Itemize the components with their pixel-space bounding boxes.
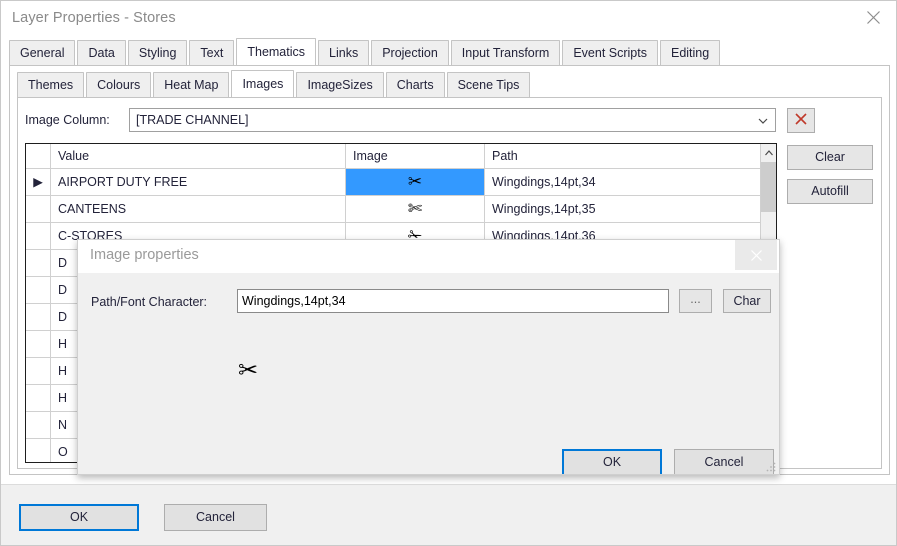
row-image-glyph[interactable]: ✄ bbox=[346, 196, 485, 222]
tab-input-transform[interactable]: Input Transform bbox=[451, 40, 561, 65]
close-icon bbox=[735, 240, 777, 270]
red-x-icon bbox=[794, 112, 808, 129]
glyph-preview: ✂ bbox=[238, 358, 258, 382]
ok-button[interactable]: OK bbox=[19, 504, 139, 531]
tab-thematics[interactable]: Thematics bbox=[236, 38, 316, 65]
table-row[interactable]: CANTEENS ✄ Wingdings,14pt,35 bbox=[26, 196, 776, 223]
row-value[interactable]: AIRPORT DUTY FREE bbox=[51, 169, 346, 195]
row-marker: ▶ bbox=[26, 169, 51, 195]
row-marker bbox=[26, 358, 51, 384]
image-column-value: [TRADE CHANNEL] bbox=[136, 113, 249, 127]
row-marker bbox=[26, 412, 51, 438]
tab-images[interactable]: Images bbox=[231, 70, 294, 97]
tab-themes[interactable]: Themes bbox=[17, 72, 84, 97]
tab-event-scripts[interactable]: Event Scripts bbox=[562, 40, 658, 65]
path-font-character-input[interactable] bbox=[237, 289, 669, 313]
tab-links[interactable]: Links bbox=[318, 40, 369, 65]
row-marker bbox=[26, 223, 51, 249]
row-marker bbox=[26, 439, 51, 463]
layer-properties-window: Layer Properties - Stores General Data S… bbox=[0, 0, 897, 546]
tab-imagesizes[interactable]: ImageSizes bbox=[296, 72, 383, 97]
row-marker bbox=[26, 304, 51, 330]
cancel-button[interactable]: Cancel bbox=[164, 504, 267, 531]
dialog-body: Path/Font Character: ... Char ✂ OK Cance… bbox=[78, 273, 779, 475]
row-marker bbox=[26, 196, 51, 222]
row-image-glyph[interactable]: ✂ bbox=[346, 169, 485, 195]
tab-charts[interactable]: Charts bbox=[386, 72, 445, 97]
row-value[interactable]: CANTEENS bbox=[51, 196, 346, 222]
row-marker bbox=[26, 385, 51, 411]
resize-grip-icon[interactable] bbox=[765, 461, 777, 473]
window-titlebar: Layer Properties - Stores bbox=[1, 1, 896, 39]
tab-editing[interactable]: Editing bbox=[660, 40, 720, 65]
chevron-down-icon bbox=[756, 115, 770, 127]
clear-image-column-button[interactable] bbox=[787, 108, 815, 133]
row-marker bbox=[26, 331, 51, 357]
tab-data[interactable]: Data bbox=[77, 40, 125, 65]
dialog-title: Image properties bbox=[90, 247, 199, 263]
tab-general[interactable]: General bbox=[9, 40, 75, 65]
image-column-label: Image Column: bbox=[25, 113, 110, 127]
dialog-ok-button[interactable]: OK bbox=[562, 449, 662, 475]
grid-header-selector bbox=[26, 144, 51, 168]
tab-heat-map[interactable]: Heat Map bbox=[153, 72, 229, 97]
row-path[interactable]: Wingdings,14pt,35 bbox=[485, 196, 761, 222]
scrollbar-thumb[interactable] bbox=[761, 162, 777, 212]
tab-colours[interactable]: Colours bbox=[86, 72, 151, 97]
image-column-select[interactable]: [TRADE CHANNEL] bbox=[129, 108, 776, 132]
char-picker-button[interactable]: Char bbox=[723, 289, 771, 313]
path-font-character-label: Path/Font Character: bbox=[91, 295, 207, 309]
autofill-button[interactable]: Autofill bbox=[787, 179, 873, 204]
clear-button[interactable]: Clear bbox=[787, 145, 873, 170]
page-title: Layer Properties - Stores bbox=[12, 10, 176, 26]
grid-header-image[interactable]: Image bbox=[346, 144, 485, 168]
tab-scene-tips[interactable]: Scene Tips bbox=[447, 72, 531, 97]
browse-button[interactable]: ... bbox=[679, 289, 712, 313]
secondary-tabstrip: Themes Colours Heat Map Images ImageSize… bbox=[17, 72, 897, 98]
tab-projection[interactable]: Projection bbox=[371, 40, 449, 65]
row-path[interactable]: Wingdings,14pt,34 bbox=[485, 169, 761, 195]
image-properties-dialog: Image properties Path/Font Character: ..… bbox=[77, 239, 780, 475]
table-row[interactable]: ▶ AIRPORT DUTY FREE ✂ Wingdings,14pt,34 bbox=[26, 169, 776, 196]
grid-header-value[interactable]: Value bbox=[51, 144, 346, 168]
row-marker bbox=[26, 277, 51, 303]
dialog-titlebar: Image properties bbox=[78, 240, 779, 273]
row-marker bbox=[26, 250, 51, 276]
tab-text[interactable]: Text bbox=[189, 40, 234, 65]
primary-tabstrip: General Data Styling Text Thematics Link… bbox=[9, 40, 897, 66]
dialog-cancel-button[interactable]: Cancel bbox=[674, 449, 774, 475]
chevron-up-icon[interactable] bbox=[761, 144, 777, 161]
tab-styling[interactable]: Styling bbox=[128, 40, 188, 65]
grid-header-path[interactable]: Path bbox=[485, 144, 761, 168]
close-icon[interactable] bbox=[851, 1, 896, 34]
grid-header-row: Value Image Path bbox=[26, 144, 776, 169]
